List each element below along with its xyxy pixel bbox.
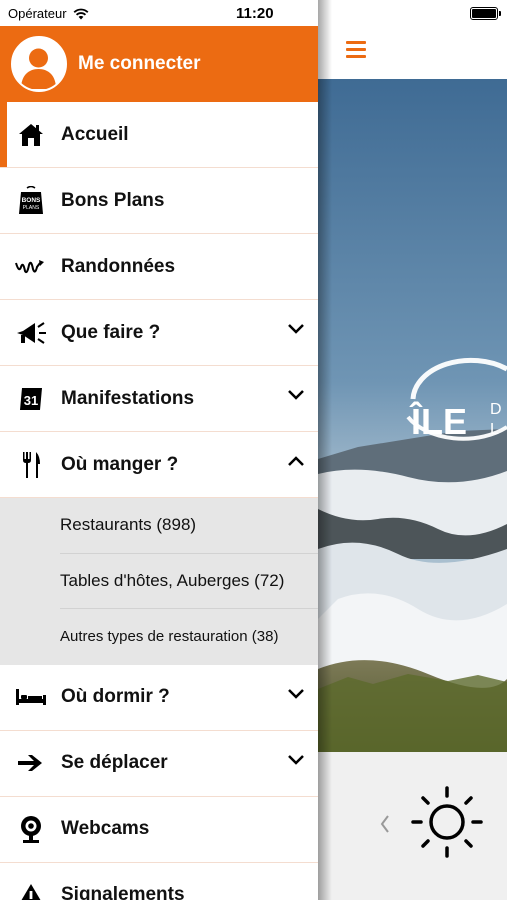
menu-item-label: Manifestations [61,387,195,409]
menu-item-ou-manger[interactable]: Où manger ? [0,432,318,498]
landscape-illustration: ÎLE D L [318,79,507,752]
menu-item-webcams[interactable]: Webcams [0,796,318,863]
menu-item-label: Randonnées [61,255,176,277]
menu-item-label: Webcams [61,818,150,839]
home-icon [15,119,47,151]
submenu-item-restaurants[interactable]: Restaurants (898) [60,498,318,554]
menu-item-label: Où dormir ? [61,686,170,707]
megaphone-icon [15,317,47,349]
battery-tip [499,11,501,16]
menu-item-label: Accueil [61,123,129,145]
nav-bar [318,26,507,79]
menu-item-randonnees[interactable]: Randonnées [0,234,318,300]
submenu-item-autres[interactable]: Autres types de restauration (38) [60,609,318,665]
chevron-down-icon[interactable] [286,322,306,336]
webcam-icon [15,813,47,845]
bons-plans-tag-icon: BONS PLANS [15,185,47,217]
side-menu: Me connecter Accueil BONS PLANS Bons Pla… [0,26,318,900]
svg-text:BONS: BONS [22,197,41,204]
bed-icon [15,681,47,713]
menu-item-accueil[interactable]: Accueil [0,102,318,168]
weather-panel [318,752,507,900]
menu-item-label: Signalements [61,884,185,900]
arrow-right-icon [15,747,47,779]
submenu-item-tables-hotes[interactable]: Tables d'hôtes, Auberges (72) [60,554,318,609]
hamburger-menu-icon[interactable] [346,41,366,59]
chevron-up-icon[interactable] [286,454,306,468]
avatar-icon [11,36,67,92]
status-time: 11:20 [236,5,274,22]
fork-knife-icon [15,449,47,481]
sun-icon [411,786,483,858]
logo-text: ÎLE [409,400,467,442]
svg-text:31: 31 [24,393,38,408]
chevron-down-icon[interactable] [286,388,306,402]
battery-icon [470,7,501,20]
hiking-trail-icon [15,251,47,283]
menu-item-signalements[interactable]: Signalements [0,862,318,900]
logo-small-2: L [490,421,499,438]
submenu-ou-manger: Restaurants (898) Tables d'hôtes, Auberg… [0,498,318,665]
calendar-icon: 31 [15,383,47,415]
login-label: Me connecter [78,53,201,74]
logo-small-1: D [490,401,502,418]
menu-item-que-faire[interactable]: Que faire ? [0,300,318,366]
menu-item-label: Où manger ? [61,453,179,475]
hero-image: ÎLE D L [318,79,507,752]
menu-item-se-deplacer[interactable]: Se déplacer [0,730,318,797]
menu-item-ou-dormir[interactable]: Où dormir ? [0,664,318,731]
menu-item-label: Que faire ? [61,321,161,343]
carrier-label: Opérateur [8,6,67,21]
status-bar: Opérateur 11:20 [0,0,507,26]
chevron-down-icon[interactable] [286,753,306,767]
menu-item-label: Bons Plans [61,189,165,211]
status-left: Opérateur [8,6,89,21]
login-header[interactable]: Me connecter [0,26,318,102]
menu-item-bons-plans[interactable]: BONS PLANS Bons Plans [0,168,318,234]
chevron-down-icon[interactable] [286,687,306,701]
chevron-left-icon[interactable] [380,815,389,833]
battery-level [472,9,496,18]
warning-icon [15,879,47,900]
wifi-icon [73,8,88,19]
menu-item-label: Se déplacer [61,752,168,773]
menu-item-manifestations[interactable]: 31 Manifestations [0,366,318,432]
main-content: ÎLE D L [318,26,507,900]
svg-text:PLANS: PLANS [23,205,40,211]
